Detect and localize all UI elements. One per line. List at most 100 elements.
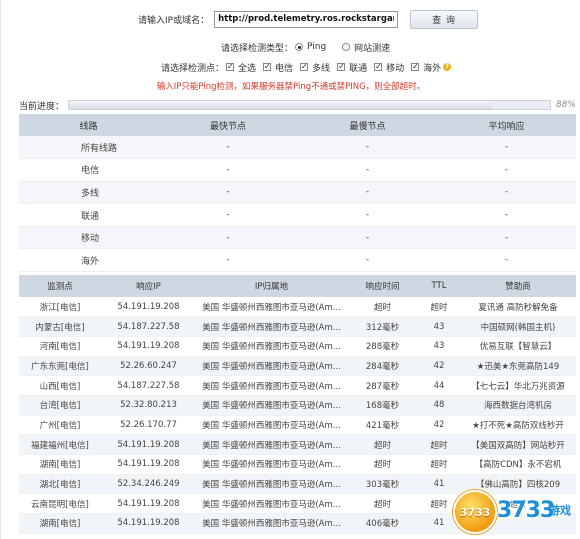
node-checkbox-all[interactable] xyxy=(226,63,235,71)
summary-header: 线路 xyxy=(19,114,158,136)
result-cell: 湖南[电信] xyxy=(19,513,101,534)
node-checkbox-overseas[interactable] xyxy=(411,63,420,71)
result-cell: 超时 xyxy=(347,297,418,318)
node-checkbox-unicom[interactable] xyxy=(337,63,346,71)
result-cell: 湖北[电信] xyxy=(19,474,101,495)
result-cell: 54.191.19.208 xyxy=(101,513,196,534)
help-icon[interactable]: ? xyxy=(443,63,452,71)
summary-cell: - xyxy=(437,203,576,227)
result-cell: 台湾[电信] xyxy=(19,395,101,416)
watermark-badge: 3733 xyxy=(453,490,497,534)
progress-label: 当前进度： xyxy=(19,101,65,112)
result-cell: 52.26.170.77 xyxy=(101,415,196,436)
result-cell[interactable]: 【美国双高防】网站秒开 xyxy=(460,434,576,455)
result-row: 浙江[电信] 54.191.19.208 美国 华盛顿州西雅图市亚马逊(Am... 超… xyxy=(19,297,576,318)
warning-text: 输入IP只能Ping检测，如果服务器禁Ping不通或禁PING，则全部超时。 xyxy=(156,82,426,92)
result-cell[interactable]: 中国硕网(韩国主机) xyxy=(460,316,576,337)
result-cell: 福建福州[电信] xyxy=(19,434,101,455)
result-cell: 54.191.19.208 xyxy=(101,434,196,455)
summary-cell: - xyxy=(298,226,437,250)
summary-cell: - xyxy=(437,158,576,182)
summary-row: 移动 - - - xyxy=(19,226,576,250)
progress-bar-fill xyxy=(69,101,493,109)
result-row: 台湾[电信] 52.32.80.213 美国 华盛顿州西雅图市亚马逊(Am... 16… xyxy=(19,395,576,416)
progress-bar xyxy=(68,100,551,110)
summary-cell: - xyxy=(158,158,298,182)
node-label-all: 全选 xyxy=(238,63,257,74)
result-cell[interactable]: 优易互联【智慧云】 xyxy=(460,336,576,357)
summary-row: 电信 - - - xyxy=(19,158,576,182)
check-nodes-label: 请选择检测点： xyxy=(161,63,225,74)
summary-header: 最慢节点 xyxy=(298,114,437,136)
web-speed-radio[interactable] xyxy=(342,43,351,51)
result-row: 河南[电信] 54.191.19.208 美国 华盛顿州西雅图市亚马逊(Am... 2… xyxy=(19,336,576,357)
result-cell: 超时 xyxy=(418,454,460,475)
result-cell[interactable]: 【高防CDN】永不宕机 xyxy=(460,454,576,475)
node-label-mobile: 移动 xyxy=(386,63,405,74)
result-cell: 超时 xyxy=(418,434,460,455)
progress-row: 当前进度： 88% xyxy=(19,98,576,112)
host-input[interactable] xyxy=(214,10,399,28)
result-cell: 美国 华盛顿州西雅图市亚马逊(Am... xyxy=(196,297,347,318)
result-cell: 406毫秒 xyxy=(347,513,418,534)
summary-cell: 移动 xyxy=(19,226,158,250)
result-cell: 287毫秒 xyxy=(347,375,418,396)
query-button[interactable]: 查 询 xyxy=(410,9,479,29)
result-cell: 浙江[电信] xyxy=(19,297,101,318)
watermark-sub: 游戏 xyxy=(549,504,571,517)
result-cell: 421毫秒 xyxy=(347,415,418,436)
results-header: 响应IP xyxy=(101,275,196,297)
summary-cell: - xyxy=(437,181,576,205)
result-cell: 43 xyxy=(418,316,460,337)
result-cell: 美国 华盛顿州西雅图市亚马逊(Am... xyxy=(196,454,347,475)
results-header: IP归属地 xyxy=(196,275,347,297)
result-cell: 168毫秒 xyxy=(347,395,418,416)
result-cell: 云南昆明[电信] xyxy=(19,493,101,515)
result-cell[interactable]: 【七七云】华北万兆资源 xyxy=(460,375,576,396)
summary-cell: - xyxy=(158,226,298,250)
ping-radio-label: Ping xyxy=(307,42,327,52)
summary-row: 多线 - - - xyxy=(19,181,576,205)
result-cell: 54.191.19.208 xyxy=(101,297,196,318)
result-cell: 44 xyxy=(418,375,460,396)
result-cell: 美国 华盛顿州西雅图市亚马逊(Am... xyxy=(196,395,347,416)
result-cell: 54.191.19.208 xyxy=(101,336,196,357)
summary-cell: - xyxy=(298,158,437,182)
result-cell: 284毫秒 xyxy=(347,356,418,377)
result-cell[interactable]: 夏讯通 高防秒解免备 xyxy=(460,297,576,318)
node-label-overseas: 海外 xyxy=(423,63,442,74)
result-cell: 42 xyxy=(418,415,460,436)
result-cell[interactable]: ★打不死★高防双线秒开 xyxy=(460,415,576,436)
result-cell[interactable]: ★迅美★东莞高防149 xyxy=(460,356,576,377)
node-checkbox-telecom[interactable] xyxy=(263,63,272,71)
web-speed-radio-label: 网站测速 xyxy=(354,43,391,54)
summary-cell: - xyxy=(298,136,437,160)
result-cell: 美国 华盛顿州西雅图市亚马逊(Am... xyxy=(196,375,347,396)
result-cell: 广东东莞[电信] xyxy=(19,356,101,377)
result-cell: 超时 xyxy=(418,297,460,318)
result-cell: 美国 华盛顿州西雅图市亚马逊(Am... xyxy=(196,513,347,534)
summary-cell: - xyxy=(158,248,298,273)
ping-radio[interactable] xyxy=(295,43,304,51)
result-row: 山西[电信] 54.187.227.58 美国 华盛顿州西雅图市亚马逊(Am... 2… xyxy=(19,375,576,396)
summary-table: 线路 最快节点 最慢节点 平均响应 所有线路 - - - 电信 - - - 多线 - - - 联通 - - -… xyxy=(19,114,576,273)
summary-cell: - xyxy=(158,136,298,160)
node-checkbox-multiline[interactable] xyxy=(300,63,309,71)
result-cell: 54.191.19.208 xyxy=(101,454,196,475)
result-cell: 广州[电信] xyxy=(19,415,101,436)
result-cell: 54.187.227.58 xyxy=(101,316,196,337)
summary-header: 平均响应 xyxy=(437,114,576,136)
node-checkbox-mobile[interactable] xyxy=(374,63,383,71)
result-cell: 52.32.80.213 xyxy=(101,395,196,416)
result-cell: 河南[电信] xyxy=(19,336,101,357)
results-header: 赞助商 xyxy=(460,275,576,297)
result-cell[interactable]: 海西数据台湾机房 xyxy=(460,395,576,416)
results-header: 响应时间 xyxy=(347,275,418,297)
result-cell: 303毫秒 xyxy=(347,474,418,495)
result-cell: 美国 华盛顿州西雅图市亚马逊(Am... xyxy=(196,336,347,357)
summary-cell: 多线 xyxy=(19,181,158,205)
summary-cell: - xyxy=(298,203,437,227)
result-cell: 43 xyxy=(418,336,460,357)
check-nodes-row: 请选择检测点： 全选 电信 多线 联通 移动 海外 ? xyxy=(1,57,580,77)
summary-cell: - xyxy=(437,136,576,160)
